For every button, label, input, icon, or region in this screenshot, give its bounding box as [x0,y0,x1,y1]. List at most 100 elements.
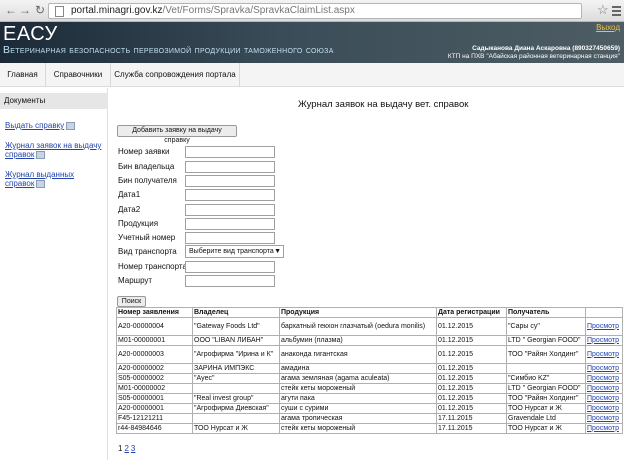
receiver-cell: "Сары су" [506,317,586,336]
view-cell: Просмотр [585,413,623,424]
page-link[interactable]: 2 [124,444,128,453]
claim-number-cell: A20-00000001 [116,403,193,414]
view-link[interactable]: Просмотр [587,395,619,402]
route-input[interactable] [185,275,275,287]
receiver-cell [506,363,586,374]
account-number-label: Учетный номер [118,233,176,242]
product-cell: агама тропическая [279,413,437,424]
claim-number-cell: M01-00000002 [116,383,193,394]
search-button[interactable]: Поиск [117,296,146,307]
date-cell: 01.12.2015 [436,373,507,384]
product-cell: агама земляная (agama aculeata) [279,373,437,384]
claims-table: Номер заявления Владелец Продукция Дата … [116,307,623,434]
receiver-bin-input[interactable] [185,175,275,187]
view-link[interactable]: Просмотр [587,365,619,372]
sidebar-item-claims-journal[interactable]: Журнал заявок на выдачу справок [5,141,105,159]
product-cell: альбумин (плазма) [279,335,437,346]
menu-item-directories[interactable]: Справочники [46,63,110,87]
receiver-cell: ТОО "Райян Холдинг" [506,345,586,364]
url-path: /Vet/Forms/Spravka/SpravkaClaimList.aspx [162,5,355,16]
table-row: S05-00000002 "Аyec" агама земляная (agam… [116,373,623,384]
product-label: Продукция [118,219,159,228]
claim-number-input[interactable] [185,146,275,158]
receiver-cell: ТОО Нурсат и Ж [506,423,586,434]
transport-number-label: Номер транспорта [118,262,187,271]
menu-item-support[interactable]: Служба сопровождения портала [111,63,239,87]
date-cell: 17.11.2015 [436,423,507,434]
view-link[interactable]: Просмотр [587,375,619,382]
table-row: M01-00000002 стейк кеты мороженый 01.12.… [116,383,623,394]
owner-bin-input[interactable] [185,161,275,173]
date-cell: 01.12.2015 [436,403,507,414]
address-bar[interactable]: portal.minagri.gov.kz/Vet/Forms/Spravka/… [48,3,582,19]
view-link[interactable]: Просмотр [587,405,619,412]
column-header [585,307,623,318]
owner-bin-label: Бин владельца [118,162,175,171]
reload-icon[interactable]: ↻ [33,3,47,17]
receiver-cell: ТОО "Райян Холдинг" [506,393,586,404]
user-organization: КТП на ПХВ "Абайская районная ветеринарн… [447,53,620,60]
owner-cell [192,383,280,394]
sidebar-item-issue-certificate[interactable]: Выдать справку [5,121,105,130]
transport-type-value: Выберите вид транспорта [189,248,274,255]
product-input[interactable] [185,218,275,230]
sidebar-heading: Документы [0,93,108,109]
table-row: F45-12121211 агама тропическая 17.11.201… [116,413,623,424]
product-cell: стейк кеты мороженый [279,383,437,394]
view-link[interactable]: Просмотр [587,351,619,358]
account-number-input[interactable] [185,232,275,244]
column-header: Номер заявления [116,307,193,318]
menu-divider [239,63,240,87]
pagination: 123 [118,444,137,453]
date-cell: 01.12.2015 [436,363,507,374]
claim-number-cell: M01-00000001 [116,335,193,346]
logout-link[interactable]: Выход [596,23,620,32]
add-claim-button[interactable]: Добавить заявку на выдачу справку [117,125,237,144]
browser-toolbar: ← → ↻ portal.minagri.gov.kz/Vet/Forms/Sp… [0,0,624,22]
table-row: A20-00000003 "Агрофирма "Ирина и К" анак… [116,345,623,364]
sidebar-item-issued-journal[interactable]: Журнал выданных справок [5,170,77,188]
back-icon[interactable]: ← [4,3,18,17]
bookmark-star-icon[interactable]: ☆ [597,3,609,17]
view-cell: Просмотр [585,373,623,384]
owner-cell: ЗАРИНА ИМПЭКС [192,363,280,374]
view-link[interactable]: Просмотр [587,323,619,330]
column-header: Продукция [279,307,437,318]
column-header: Дата регистрации [436,307,507,318]
user-name: Садыканова Диана Аскаровна (890327450659… [472,45,620,52]
transport-type-label: Вид транспорта [118,247,177,256]
owner-cell [192,413,280,424]
view-link[interactable]: Просмотр [587,337,619,344]
receiver-cell: LTD " Georgian FOOD" [506,383,586,394]
claim-number-cell: S05-00000001 [116,393,193,404]
claim-number-cell: F45-12121211 [116,413,193,424]
product-cell: бархатный гекхон глазчатый (oedura monil… [279,317,437,336]
owner-cell: ООО "LIBAN ЛИБАН" [192,335,280,346]
transport-type-select[interactable]: Выберите вид транспорта ▼ [185,245,284,258]
date1-label: Дата1 [118,190,141,199]
receiver-bin-label: Бин получателя [118,176,177,185]
view-link[interactable]: Просмотр [587,415,619,422]
column-header: Владелец [192,307,280,318]
view-cell: Просмотр [585,403,623,414]
view-link[interactable]: Просмотр [587,425,619,432]
product-cell: суши с сурими [279,403,437,414]
owner-cell: "Real invest group" [192,393,280,404]
date2-input[interactable] [185,204,275,216]
header-banner: ЕАСУ Ветеринарная безопасность перевозим… [0,22,624,63]
dropdown-arrow-icon: ▼ [274,248,281,255]
view-cell: Просмотр [585,383,623,394]
receiver-cell: "Симбио KZ" [506,373,586,384]
app-logo: ЕАСУ [3,23,58,45]
top-menu: Главная Справочники Служба сопровождения… [0,63,624,87]
date1-input[interactable] [185,189,275,201]
forward-icon[interactable]: → [18,3,32,17]
sidebar-item-label: Журнал заявок на выдачу справок [5,141,102,159]
browser-menu-icon[interactable] [612,6,621,18]
menu-item-home[interactable]: Главная [0,63,45,87]
transport-number-input[interactable] [185,261,275,273]
page-link[interactable]: 3 [131,444,135,453]
owner-cell: "Gateway Foods Ltd" [192,317,280,336]
view-cell: Просмотр [585,393,623,404]
view-link[interactable]: Просмотр [587,385,619,392]
